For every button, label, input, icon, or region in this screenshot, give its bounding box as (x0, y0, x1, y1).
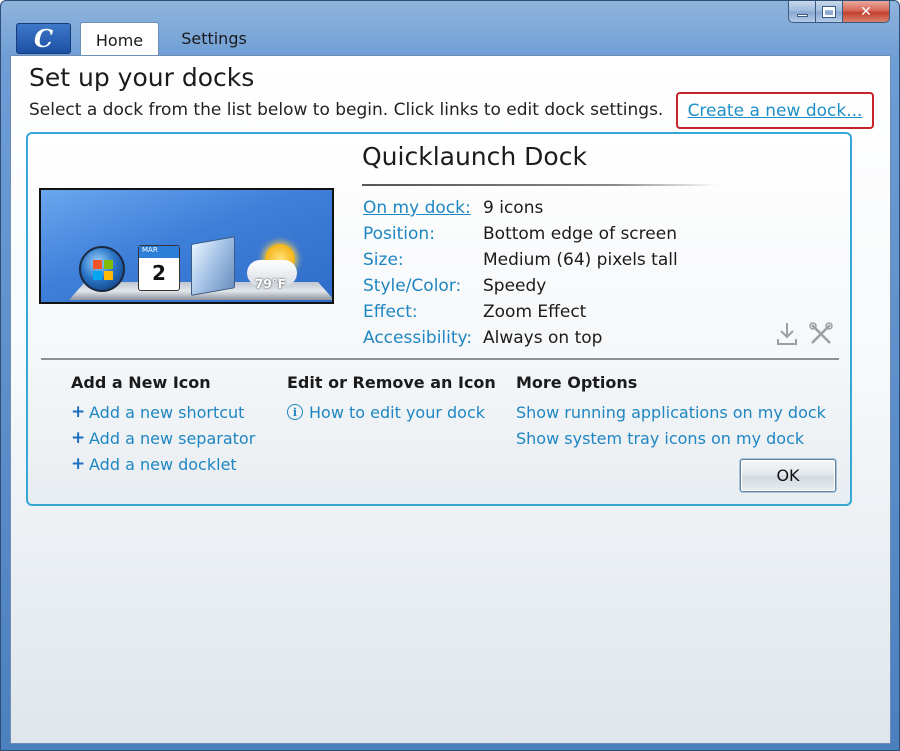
dock-panel[interactable]: Quicklaunch Dock MAR 2 79°F On my dock: … (26, 132, 852, 506)
download-icon[interactable] (774, 320, 800, 348)
property-value: Bottom edge of screen (483, 224, 677, 244)
property-value: Zoom Effect (483, 302, 587, 322)
section-heading: Edit or Remove an Icon (287, 373, 496, 392)
close-icon: ✕ (860, 3, 872, 20)
caption-buttons: ✕ (788, 1, 890, 28)
tab-home-label: Home (95, 30, 144, 50)
add-docklet-link[interactable]: + Add a new docklet (71, 451, 255, 477)
section-heading: More Options (516, 373, 638, 392)
app-logo-button[interactable]: C (16, 23, 71, 54)
delete-tools-icon[interactable] (808, 320, 834, 348)
link-label: How to edit your dock (309, 402, 486, 422)
show-tray-icons-link[interactable]: Show system tray icons on my dock (516, 425, 826, 451)
link-label: Add a new shortcut (89, 402, 245, 422)
plus-icon: + (71, 402, 86, 422)
weather-icon: 79°F (245, 244, 305, 294)
add-separator-link[interactable]: + Add a new separator (71, 425, 255, 451)
title-divider (362, 184, 718, 186)
style-color-label[interactable]: Style/Color: (363, 276, 461, 296)
ok-button[interactable]: OK (740, 459, 836, 492)
maximize-icon (822, 5, 836, 18)
property-value: Speedy (483, 276, 547, 296)
link-label: Add a new separator (89, 428, 256, 448)
create-new-dock-link[interactable]: Create a new dock... (676, 92, 874, 129)
property-value: Always on top (483, 328, 603, 348)
add-shortcut-link[interactable]: + Add a new shortcut (71, 399, 255, 425)
app-window: ✕ C Home Settings Set up your docks Sele… (0, 0, 900, 751)
dock-title: Quicklaunch Dock (362, 142, 587, 171)
calendar-month: MAR (139, 246, 179, 258)
panel-divider (41, 358, 839, 360)
minimize-icon (796, 14, 808, 17)
effect-label[interactable]: Effect: (363, 302, 418, 322)
how-to-edit-link[interactable]: i How to edit your dock (287, 399, 496, 425)
windows-start-icon (79, 246, 125, 292)
edit-icon-section: Edit or Remove an Icon i How to edit you… (287, 373, 496, 425)
accessibility-label[interactable]: Accessibility: (363, 328, 472, 348)
more-options-section: More Options Show running applications o… (516, 373, 826, 451)
on-my-dock-link[interactable]: On my dock: (363, 198, 471, 218)
calendar-icon: MAR 2 (138, 245, 180, 291)
add-icon-section: Add a New Icon + Add a new shortcut + Ad… (71, 373, 255, 477)
tab-home[interactable]: Home (80, 22, 159, 57)
maximize-button[interactable] (816, 1, 843, 23)
tab-settings[interactable]: Settings (171, 22, 257, 55)
page-title: Set up your docks (29, 63, 255, 92)
size-label[interactable]: Size: (363, 250, 404, 270)
show-running-apps-link[interactable]: Show running applications on my dock (516, 399, 826, 425)
property-value: 9 icons (483, 198, 544, 218)
plus-icon: + (71, 454, 86, 474)
link-label: Add a new docklet (89, 454, 237, 474)
weather-temperature: 79°F (255, 277, 286, 291)
position-label[interactable]: Position: (363, 224, 435, 244)
folder-icon (191, 236, 235, 296)
tab-settings-label: Settings (181, 29, 247, 48)
page-subtitle: Select a dock from the list below to beg… (29, 100, 664, 120)
section-heading: Add a New Icon (71, 373, 211, 392)
close-button[interactable]: ✕ (843, 1, 890, 23)
plus-icon: + (71, 428, 86, 448)
app-logo-icon: C (33, 24, 54, 53)
calendar-day: 2 (152, 261, 166, 285)
minimize-button[interactable] (788, 1, 816, 23)
info-icon: i (287, 404, 303, 420)
dock-preview[interactable]: MAR 2 79°F (39, 188, 334, 304)
property-value: Medium (64) pixels tall (483, 250, 678, 270)
